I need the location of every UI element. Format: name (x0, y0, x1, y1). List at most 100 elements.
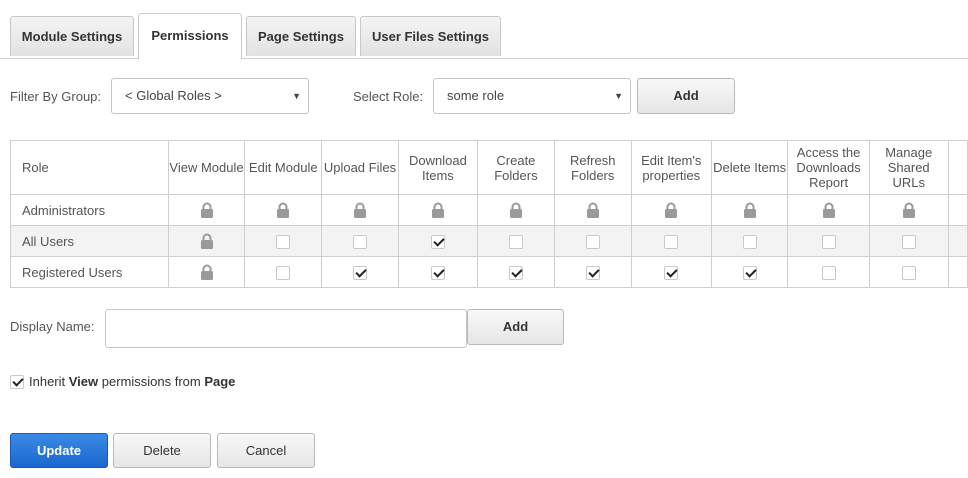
permission-checkbox[interactable] (276, 265, 291, 280)
permission-checkbox[interactable] (742, 265, 757, 280)
lock-icon (353, 202, 367, 219)
select-role-label: Select Role: (353, 89, 424, 104)
permission-checkbox[interactable] (901, 234, 916, 249)
permission-cell (244, 225, 323, 257)
table-header-row: Role View Module Edit Module Upload File… (10, 140, 968, 195)
tab-user-files-settings[interactable]: User Files Settings (360, 16, 501, 56)
column-header-empty (947, 140, 968, 195)
permissions-table: Role View Module Edit Module Upload File… (10, 140, 968, 288)
column-header-role: Role (10, 140, 169, 195)
permission-cell (553, 256, 632, 288)
empty-cell (947, 256, 968, 288)
inherit-text-page: Page (204, 374, 236, 389)
inherit-text-mid: permissions from (98, 374, 205, 389)
add-user-button[interactable]: Add (467, 309, 564, 345)
delete-button[interactable]: Delete (113, 433, 211, 468)
empty-cell (947, 225, 968, 257)
group-select-value: < Global Roles > (125, 88, 222, 103)
permission-checkbox[interactable] (585, 234, 600, 249)
permission-cell (167, 256, 246, 288)
role-name-cell: Registered Users (10, 256, 169, 288)
permission-cell (868, 225, 949, 257)
cancel-button[interactable]: Cancel (217, 433, 315, 468)
permission-cell (787, 256, 870, 288)
permission-checkbox[interactable] (821, 234, 836, 249)
add-role-button[interactable]: Add (637, 78, 735, 114)
permission-cell (397, 225, 479, 257)
column-header: Download Items (397, 140, 479, 195)
caret-down-icon: ▼ (614, 91, 623, 101)
role-name-cell: All Users (10, 225, 169, 257)
group-select[interactable]: < Global Roles > ▼ (111, 78, 309, 114)
column-header: View Module (167, 140, 246, 195)
permission-cell (868, 194, 949, 226)
permission-cell (553, 194, 632, 226)
inherit-text-view: View (68, 374, 99, 389)
tab-permissions[interactable]: Permissions (138, 13, 242, 59)
permission-cell (244, 256, 323, 288)
permission-cell (710, 256, 789, 288)
permission-cell (477, 194, 555, 226)
permission-checkbox[interactable] (821, 265, 836, 280)
permission-cell (321, 194, 399, 226)
permission-checkbox[interactable] (508, 265, 523, 280)
table-row: Administrators (10, 194, 968, 226)
permission-checkbox[interactable] (585, 265, 600, 280)
inherit-permissions: Inherit View permissions from Page (10, 374, 235, 390)
permission-cell (397, 256, 479, 288)
permission-cell (244, 194, 323, 226)
display-name-input[interactable] (105, 309, 467, 348)
permission-checkbox[interactable] (276, 234, 291, 249)
caret-down-icon: ▼ (292, 91, 301, 101)
role-select[interactable]: some role ▼ (433, 78, 631, 114)
filter-group-label: Filter By Group: (10, 89, 102, 104)
column-header: Edit Module (244, 140, 323, 195)
role-name-cell: Administrators (10, 194, 169, 226)
column-header: Create Folders (477, 140, 555, 195)
column-header: Access the Downloads Report (787, 140, 870, 195)
permission-cell (630, 194, 712, 226)
lock-icon (743, 202, 757, 219)
permission-cell (787, 225, 870, 257)
permission-cell (167, 194, 246, 226)
permission-checkbox[interactable] (742, 234, 757, 249)
permission-checkbox[interactable] (664, 234, 679, 249)
column-header: Delete Items (710, 140, 789, 195)
tab-page-settings[interactable]: Page Settings (246, 16, 356, 56)
lock-icon (586, 202, 600, 219)
lock-icon (822, 202, 836, 219)
permission-cell (787, 194, 870, 226)
column-header: Manage Shared URLs (868, 140, 949, 195)
inherit-checkbox[interactable] (10, 374, 24, 389)
permission-cell (710, 194, 789, 226)
permission-cell (397, 194, 479, 226)
permission-checkbox[interactable] (430, 265, 445, 280)
permission-cell (477, 256, 555, 288)
permission-cell (477, 225, 555, 257)
role-select-value: some role (447, 88, 505, 103)
display-name-label: Display Name: (10, 319, 95, 334)
lock-icon (431, 202, 445, 219)
permission-checkbox[interactable] (430, 234, 445, 249)
permission-cell (553, 225, 632, 257)
permission-cell (630, 225, 712, 257)
lock-icon (200, 202, 214, 219)
lock-icon (276, 202, 290, 219)
permission-checkbox[interactable] (352, 265, 367, 280)
permission-cell (630, 256, 712, 288)
permission-cell (167, 225, 246, 257)
column-header: Refresh Folders (553, 140, 632, 195)
permission-checkbox[interactable] (352, 234, 367, 249)
lock-icon (902, 202, 916, 219)
update-button[interactable]: Update (10, 433, 108, 468)
permission-checkbox[interactable] (664, 265, 679, 280)
tab-module-settings[interactable]: Module Settings (10, 16, 134, 56)
column-header: Upload Files (321, 140, 399, 195)
permission-cell (321, 256, 399, 288)
empty-cell (947, 194, 968, 226)
permission-checkbox[interactable] (508, 234, 523, 249)
lock-icon (200, 264, 214, 281)
permission-checkbox[interactable] (901, 265, 916, 280)
permission-cell (868, 256, 949, 288)
permission-cell (321, 225, 399, 257)
